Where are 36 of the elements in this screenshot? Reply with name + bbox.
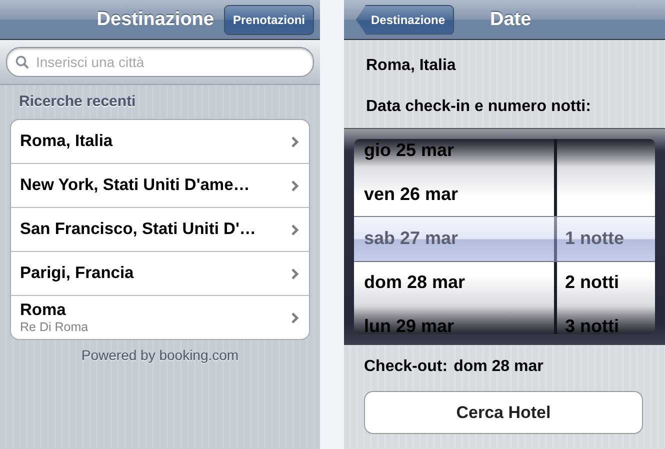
chevron-icon: [291, 136, 299, 148]
list-item[interactable]: San Francisco, Stati Uniti D'…: [11, 207, 309, 251]
checkout-label: Check-out:: [364, 358, 448, 377]
chevron-icon: [291, 224, 299, 236]
footer-text: Powered by booking.com: [80, 347, 240, 363]
item-title: Parigi, Francia: [20, 264, 135, 283]
item-title: Roma, Italia: [20, 132, 114, 151]
picker-row[interactable]: dom 28 mar: [354, 260, 554, 304]
picker-row[interactable]: 1 notte: [557, 216, 655, 260]
picker-row[interactable]: gio 25 mar: [354, 139, 554, 172]
list-item[interactable]: Roma, Italia: [11, 120, 309, 163]
back-button[interactable]: Destinazione: [356, 4, 454, 34]
checkout-date: dom 28 mar: [454, 358, 544, 377]
chevron-icon: [291, 312, 299, 324]
chevron-icon: [291, 268, 299, 280]
search-icon: [15, 55, 29, 69]
bookings-button[interactable]: Prenotazioni: [224, 4, 314, 34]
search-hotel-button[interactable]: Cerca Hotel: [364, 391, 643, 434]
list-item[interactable]: Parigi, Francia: [11, 251, 309, 295]
item-subtitle: Re Di Roma: [20, 320, 90, 334]
nav-title: Date: [490, 8, 532, 30]
item-title: New York, Stati Uniti D'ame…: [20, 176, 251, 195]
search-field[interactable]: Inserisci una città: [6, 47, 314, 77]
chevron-icon: [291, 180, 299, 192]
picker-row[interactable]: ven 26 mar: [354, 172, 554, 216]
item-title: Roma: [20, 301, 67, 320]
prompt-label: Data check-in e numero notti:: [365, 97, 592, 117]
list-item[interactable]: Roma Re Di Roma: [11, 295, 309, 339]
list-item[interactable]: New York, Stati Uniti D'ame…: [11, 163, 309, 207]
picker-row[interactable]: sab 27 mar: [354, 216, 554, 260]
nav-title: Destinazione: [96, 8, 214, 30]
section-header: Ricerche recenti: [19, 93, 137, 112]
city-label: Roma, Italia: [365, 56, 457, 76]
date-picker[interactable]: gio 25 mar ven 26 mar sab 27 mar dom 28 mar lun 29 mar 1 notte 2 notti 3 notti: [344, 128, 665, 345]
picker-row[interactable]: 2 notti: [557, 260, 655, 304]
item-title: San Francisco, Stati Uniti D'…: [20, 220, 257, 239]
